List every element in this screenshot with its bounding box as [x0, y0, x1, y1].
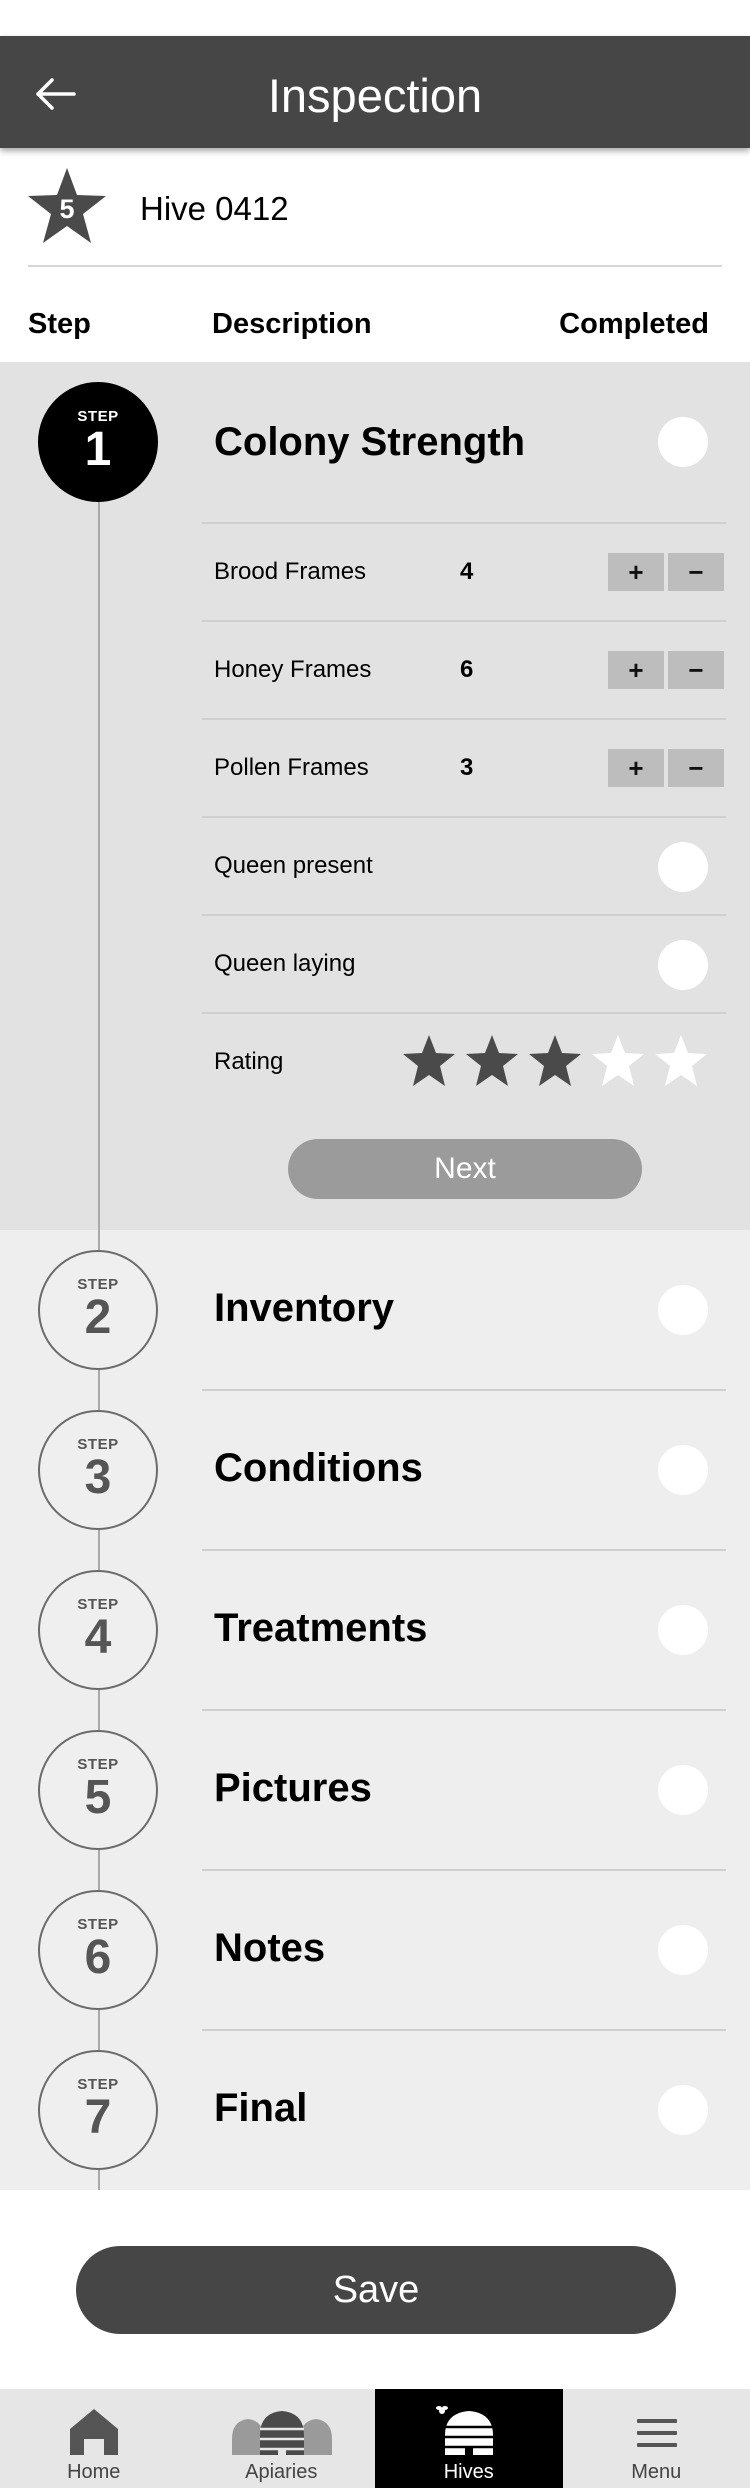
nav-item-menu[interactable]: Menu: [563, 2389, 750, 2488]
queen-laying-toggle[interactable]: [658, 940, 708, 990]
step-number: 6: [84, 1931, 112, 1984]
step-1-badge[interactable]: STEP 1: [38, 382, 158, 502]
step-6-badge[interactable]: STEP 6: [38, 1890, 158, 2010]
queen-present-toggle[interactable]: [658, 842, 708, 892]
pollen-frames-label: Pollen Frames: [214, 754, 369, 781]
pollen-frames-stepper: + −: [608, 749, 724, 787]
hive-rating-badge: 5: [59, 194, 75, 224]
step-title[interactable]: Notes: [214, 1926, 325, 1971]
step-number: 2: [84, 1291, 112, 1344]
step-title[interactable]: Pictures: [214, 1766, 372, 1811]
queen-laying-label: Queen laying: [214, 950, 356, 977]
step-completed-checkbox[interactable]: [658, 1285, 708, 1335]
column-header-step: Step: [28, 308, 91, 340]
star-empty-icon[interactable]: [654, 1034, 708, 1088]
row-divider: [202, 2029, 726, 2031]
timeline-line: [98, 482, 100, 1230]
decrement-button[interactable]: −: [668, 553, 724, 591]
step-7-badge[interactable]: STEP 7: [38, 2050, 158, 2170]
rating-stars: [402, 1034, 722, 1090]
nav-item-hives[interactable]: Hives: [375, 2389, 563, 2488]
nav-item-apiaries[interactable]: Apiaries: [188, 2389, 376, 2488]
row-divider: [202, 1869, 726, 1871]
step-completed-checkbox[interactable]: [658, 417, 708, 467]
row-divider: [202, 1012, 726, 1014]
step-3-badge[interactable]: STEP 3: [38, 1410, 158, 1530]
next-button[interactable]: Next: [288, 1139, 642, 1199]
increment-button[interactable]: +: [608, 651, 664, 689]
brood-frames-label: Brood Frames: [214, 558, 367, 585]
pollen-frames-value: 3: [460, 754, 474, 781]
star-filled-icon[interactable]: [465, 1034, 519, 1088]
step-number: 5: [84, 1771, 112, 1824]
row-divider: [202, 816, 726, 818]
bottom-nav: Home Apiaries Hives Menu: [0, 2389, 750, 2488]
column-header-description: Description: [212, 308, 372, 340]
decrement-button[interactable]: −: [668, 651, 724, 689]
divider: [28, 265, 722, 267]
star-filled-icon[interactable]: [528, 1034, 582, 1088]
star-filled-icon[interactable]: [402, 1034, 456, 1088]
step-4-badge[interactable]: STEP 4: [38, 1570, 158, 1690]
step-title[interactable]: Treatments: [214, 1606, 427, 1651]
apiaries-icon: [231, 2411, 332, 2455]
step-completed-checkbox[interactable]: [658, 1925, 708, 1975]
step-completed-checkbox[interactable]: [658, 1765, 708, 1815]
queen-present-label: Queen present: [214, 852, 373, 879]
honey-frames-label: Honey Frames: [214, 656, 372, 683]
rating-label: Rating: [214, 1048, 284, 1075]
nav-label: Hives: [443, 2461, 494, 2483]
row-divider: [202, 620, 726, 622]
star-empty-icon[interactable]: [591, 1034, 645, 1088]
step-1-panel: STEP 1 Colony Strength Brood Frames 4 + …: [0, 362, 750, 1230]
save-button[interactable]: Save: [76, 2246, 676, 2334]
row-divider: [202, 522, 726, 524]
row-divider: [202, 1549, 726, 1551]
hive-summary: 5 Hive 0412: [0, 148, 750, 266]
honey-frames-value: 6: [460, 656, 474, 683]
step-title[interactable]: Conditions: [214, 1446, 423, 1491]
step-title[interactable]: Final: [214, 2086, 307, 2131]
brood-frames-stepper: + −: [608, 553, 724, 591]
page-title: Inspection: [267, 69, 483, 122]
increment-button[interactable]: +: [608, 553, 664, 591]
hive-icon: [436, 2406, 493, 2455]
brood-frames-value: 4: [460, 558, 474, 585]
home-icon: [70, 2409, 118, 2455]
nav-label: Menu: [631, 2461, 682, 2483]
row-divider: [202, 718, 726, 720]
decrement-button[interactable]: −: [668, 749, 724, 787]
nav-label: Home: [67, 2461, 121, 2483]
row-divider: [202, 914, 726, 916]
increment-button[interactable]: +: [608, 749, 664, 787]
step-number: 4: [84, 1611, 112, 1664]
row-divider: [202, 1709, 726, 1711]
step-completed-checkbox[interactable]: [658, 1605, 708, 1655]
step-number: 3: [84, 1451, 112, 1504]
column-header-completed: Completed: [559, 308, 709, 340]
nav-label: Apiaries: [245, 2461, 318, 2483]
step-completed-checkbox[interactable]: [658, 2085, 708, 2135]
app-header: Inspection: [0, 36, 750, 148]
honey-frames-stepper: + −: [608, 651, 724, 689]
steps-list: STEP 2 Inventory STEP 3 Conditions STEP 4 Treatm…: [0, 1230, 750, 2190]
timeline-line: [98, 1230, 100, 2190]
step-title[interactable]: Colony Strength: [214, 420, 525, 465]
row-divider: [202, 1389, 726, 1391]
hive-name: Hive 0412: [140, 190, 289, 227]
step-title[interactable]: Inventory: [214, 1286, 394, 1331]
menu-icon: [636, 2419, 677, 2447]
step-2-badge[interactable]: STEP 2: [38, 1250, 158, 1370]
nav-item-home[interactable]: Home: [0, 2389, 188, 2488]
step-number: 1: [84, 423, 112, 476]
step-completed-checkbox[interactable]: [658, 1445, 708, 1495]
step-number: 7: [84, 2091, 112, 2144]
step-5-badge[interactable]: STEP 5: [38, 1730, 158, 1850]
